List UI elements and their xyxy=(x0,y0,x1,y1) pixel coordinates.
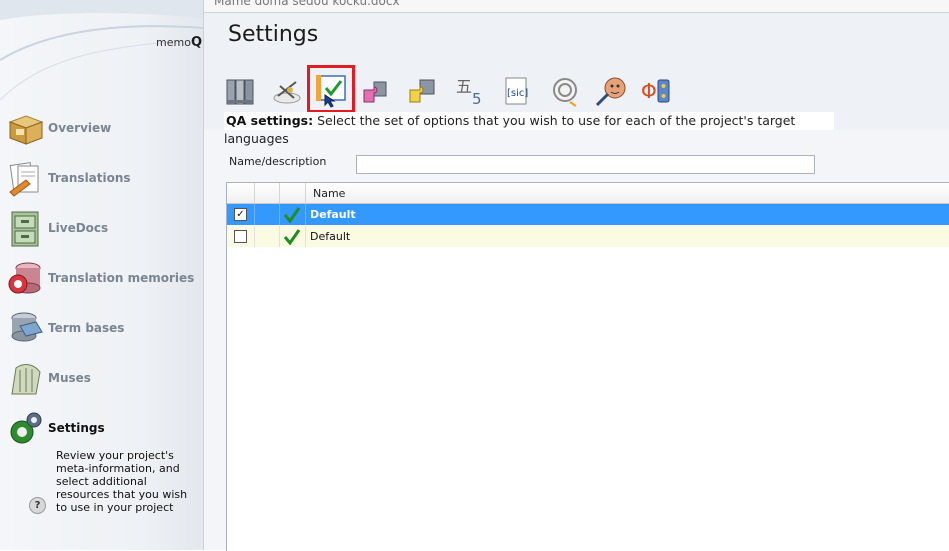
spellcheck-icon[interactable] xyxy=(594,74,628,108)
qa-settings-label: QA settings: xyxy=(226,113,314,128)
svg-text:五: 五 xyxy=(456,77,472,96)
settings-description: Review your project's meta-information, … xyxy=(56,449,188,514)
livedocs-cabinet-icon xyxy=(11,211,39,247)
logo-text: memo xyxy=(156,36,191,49)
muses-harp-icon xyxy=(11,364,41,395)
svg-text:[sic]: [sic] xyxy=(507,88,528,99)
header-flag-column[interactable] xyxy=(254,183,280,203)
translation-memories-icon xyxy=(8,262,41,294)
help-icon[interactable]: ? xyxy=(29,497,46,514)
table-row[interactable]: Default xyxy=(227,226,949,247)
qa-settings-icon[interactable] xyxy=(307,65,355,113)
header-status-column[interactable] xyxy=(279,183,306,203)
non-translatable-icon[interactable]: [sic] xyxy=(500,74,534,108)
overview-box-icon xyxy=(8,115,44,145)
green-check-icon xyxy=(283,207,301,223)
lqa-icon[interactable]: Φ xyxy=(640,74,674,108)
document-tab[interactable]: Mame doma sedou kocku.docx xyxy=(204,0,949,13)
row-checkbox[interactable]: ✓ xyxy=(234,208,247,221)
svg-text:Φ: Φ xyxy=(641,79,657,103)
sidebar-item-livedocs[interactable]: LiveDocs xyxy=(6,208,201,250)
puzzle-yellow-icon[interactable] xyxy=(406,74,440,108)
translations-docs-icon xyxy=(9,162,39,197)
svg-text:5: 5 xyxy=(472,90,482,108)
ignore-list-icon[interactable] xyxy=(548,74,582,108)
row-name: Default xyxy=(310,208,356,221)
name-description-label: Name/description xyxy=(229,155,327,168)
segmentation-icon[interactable] xyxy=(270,74,304,108)
grid-header: Name xyxy=(227,183,949,204)
filter-books-icon[interactable] xyxy=(224,74,258,108)
sidebar-item-label: LiveDocs xyxy=(48,221,109,235)
sidebar-item-label: Muses xyxy=(48,371,91,385)
qa-profiles-grid: Name ✓ Default Default xyxy=(226,182,949,551)
sidebar-item-label: Term bases xyxy=(48,321,125,335)
main-panel: Mame doma sedou kocku.docx Settings 五 5 … xyxy=(204,0,949,551)
logo-q: Q xyxy=(190,35,202,50)
sidebar-swoosh xyxy=(0,0,203,101)
green-check-icon xyxy=(283,229,301,245)
sidebar-item-label: Overview xyxy=(48,121,112,135)
autotranslation-icon[interactable]: 五 5 xyxy=(454,74,488,108)
sidebar-item-translations[interactable]: Translations xyxy=(6,158,201,200)
sidebar-item-label: Translations xyxy=(48,171,131,185)
puzzle-pink-icon[interactable] xyxy=(360,74,394,108)
sidebar-item-settings[interactable]: Settings xyxy=(6,408,201,450)
sidebar-item-term-bases[interactable]: Term bases xyxy=(6,308,201,350)
row-name: Default xyxy=(310,230,351,243)
document-tab-label: Mame doma sedou kocku.docx xyxy=(214,0,400,8)
sidebar-item-overview[interactable]: Overview xyxy=(6,108,201,150)
term-bases-icon xyxy=(11,312,43,342)
row-checkbox[interactable] xyxy=(234,230,247,243)
navigation-sidebar: memoQ Overview Translations LiveDocs Tra… xyxy=(0,0,204,550)
page-title: Settings xyxy=(228,22,319,47)
settings-toolbar: 五 5 [sic] Φ xyxy=(224,65,694,113)
memoq-logo: memoQ xyxy=(156,35,202,50)
header-checkbox-column[interactable] xyxy=(227,183,255,203)
table-row[interactable]: ✓ Default xyxy=(227,204,949,225)
name-description-input[interactable] xyxy=(356,155,815,174)
sidebar-item-label: Translation memories xyxy=(48,271,195,285)
sidebar-item-translation-memories[interactable]: Translation memories xyxy=(6,258,201,300)
sidebar-item-muses[interactable]: Muses xyxy=(6,358,201,400)
sidebar-item-label: Settings xyxy=(48,421,105,435)
qa-settings-caption: QA settings: Select the set of options t… xyxy=(224,112,834,146)
column-header-name[interactable]: Name xyxy=(313,187,345,200)
settings-gears-icon xyxy=(10,412,42,444)
